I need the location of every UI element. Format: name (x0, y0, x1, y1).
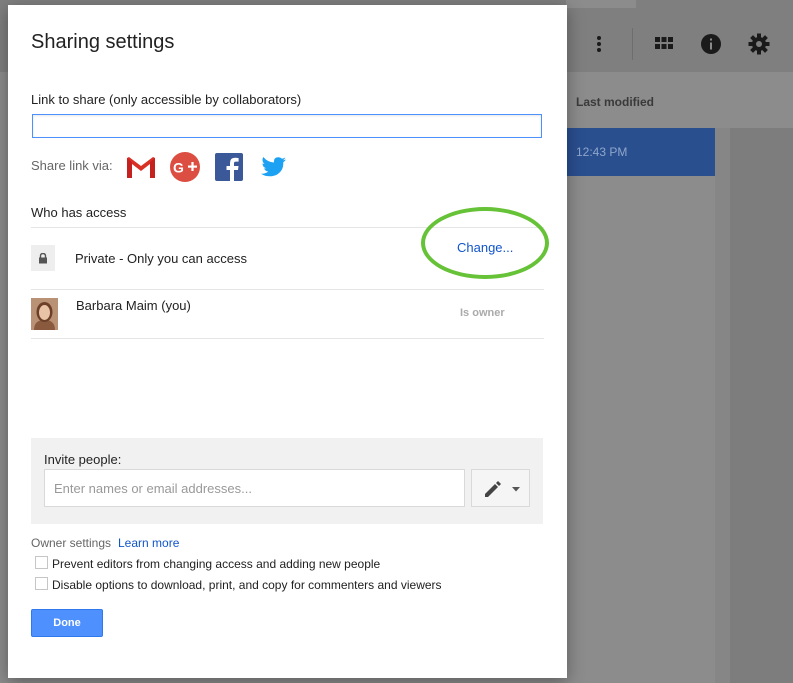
divider (31, 227, 544, 228)
share-via-label: Share link via: (31, 158, 113, 173)
dialog-title: Sharing settings (31, 31, 175, 53)
selected-row-modified-time: 12:43 PM (576, 145, 628, 159)
facebook-icon[interactable] (213, 151, 245, 183)
learn-more-link[interactable]: Learn more (118, 536, 179, 550)
done-button[interactable]: Done (31, 609, 103, 637)
invite-people-input[interactable] (44, 469, 465, 507)
background-side-panel (730, 128, 793, 683)
divider (31, 289, 544, 290)
google-plus-icon[interactable]: G (169, 151, 201, 183)
background-search-edge (566, 0, 636, 8)
grid-view-icon[interactable] (653, 33, 675, 55)
sharing-settings-dialog: Sharing settings Link to share (only acc… (8, 5, 567, 678)
owner-role-label: Is owner (460, 307, 505, 319)
more-vert-icon[interactable] (588, 33, 610, 55)
lock-icon (39, 253, 47, 264)
owner-settings-label: Owner settings (31, 536, 112, 550)
divider (31, 338, 544, 339)
column-header-last-modified[interactable]: Last modified (576, 95, 654, 109)
access-level-text: Private - Only you can access (75, 251, 247, 266)
info-icon[interactable] (700, 33, 722, 55)
pencil-icon (485, 481, 501, 497)
lock-icon-box (31, 245, 55, 271)
who-has-access-label: Who has access (31, 205, 127, 220)
gmail-icon[interactable] (125, 151, 157, 183)
prevent-editors-label[interactable]: Prevent editors from changing access and… (52, 557, 380, 571)
owner-name: Barbara Maim (you) (76, 298, 191, 313)
change-access-link[interactable]: Change... (457, 240, 513, 255)
settings-icon[interactable] (748, 33, 770, 55)
disable-download-checkbox[interactable] (35, 577, 48, 590)
avatar (31, 298, 58, 330)
svg-text:G: G (173, 160, 184, 176)
invite-people-label: Invite people: (44, 452, 122, 467)
background-scroll-track (715, 128, 730, 683)
link-to-share-label: Link to share (only accessible by collab… (31, 92, 302, 107)
prevent-editors-checkbox[interactable] (35, 556, 48, 569)
disable-download-label[interactable]: Disable options to download, print, and … (52, 578, 442, 592)
twitter-icon[interactable] (257, 151, 289, 183)
invite-people-section: Invite people: (31, 438, 543, 524)
permission-dropdown-button[interactable] (471, 469, 530, 507)
share-link-input[interactable] (32, 114, 542, 138)
chevron-down-icon (512, 487, 520, 492)
toolbar-divider (632, 28, 633, 60)
